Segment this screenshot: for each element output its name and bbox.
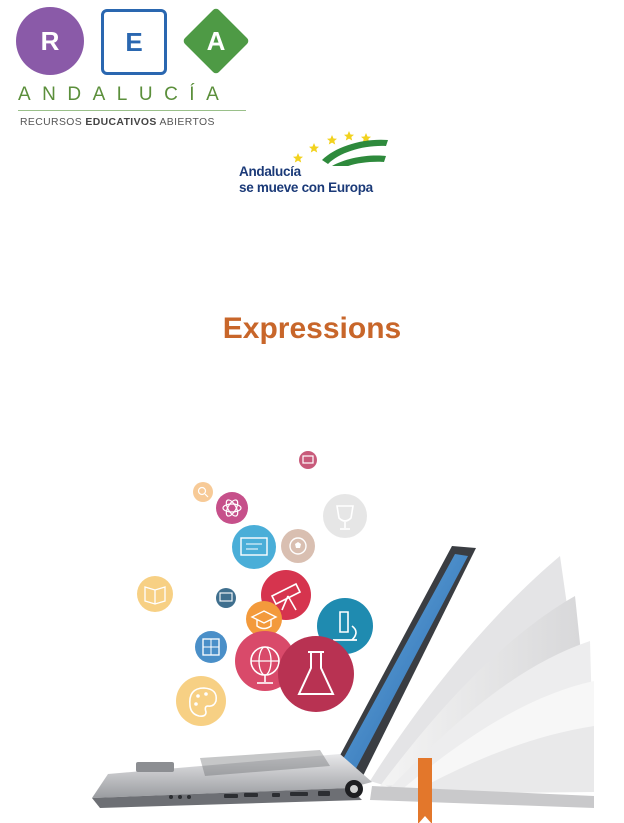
bookmark-ribbon	[418, 758, 432, 823]
logo-divider	[18, 110, 246, 111]
logo-badge-a: A	[181, 6, 251, 76]
logo-badge-e: E	[101, 9, 167, 75]
presentation-icon	[299, 451, 317, 469]
andalucia-europa-logo: Andalucía se mueve con Europa	[236, 126, 396, 206]
blackboard-icon	[232, 525, 276, 569]
logo-subtitle-bold: EDUCATIVOS	[85, 117, 157, 128]
atom-icon	[216, 492, 248, 524]
document-cover: R E A ANDALUCÍA RECURSOS EDUCATIVOS ABIE…	[0, 0, 624, 823]
laptop-base	[92, 750, 372, 808]
logo-badge-r: R	[16, 7, 84, 75]
logo-wordmark: ANDALUCÍA	[18, 84, 231, 105]
laptop-book-illustration	[92, 451, 594, 823]
logo-subtitle-part2: ABIERTOS	[156, 117, 215, 128]
rea-andalucia-logo: R E A ANDALUCÍA RECURSOS EDUCATIVOS ABIE…	[14, 6, 254, 128]
logo-subtitle: RECURSOS EDUCATIVOS ABIERTOS	[20, 117, 215, 128]
search-icon	[193, 482, 213, 502]
football-icon	[281, 529, 315, 563]
eu-logo-line2: se mueve con Europa	[239, 180, 373, 195]
eu-logo-line1: Andalucía	[239, 164, 301, 179]
eu-stripe-bottom	[332, 155, 386, 166]
palette-icon	[176, 676, 226, 726]
logo-subtitle-part1: RECURSOS	[20, 117, 86, 128]
trophy-icon	[323, 494, 367, 538]
logo-badge-a-letter: A	[206, 25, 226, 56]
document-title: Expressions	[222, 312, 402, 345]
flask-icon	[278, 636, 354, 712]
calculator-icon	[195, 631, 227, 663]
book-icon	[137, 576, 173, 612]
eu-stars-and-stripes	[293, 131, 388, 166]
monitor-icon	[216, 588, 236, 608]
floating-icons	[137, 451, 373, 726]
trackpad	[136, 762, 174, 772]
